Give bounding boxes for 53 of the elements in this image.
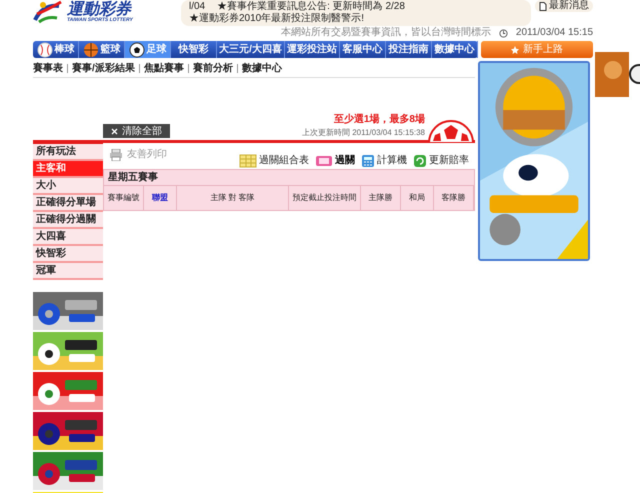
ticker-text: l/04 — [189, 1, 206, 13]
nav-tab[interactable]: 客服中心 — [340, 41, 386, 58]
nav-tab[interactable]: 投注指南 — [386, 41, 432, 58]
basketball-icon — [82, 42, 99, 58]
column-header: 主隊 對 客隊 — [177, 186, 289, 210]
subnav-link[interactable]: 焦點賽事 — [144, 61, 184, 76]
column-header: 聯盟 — [144, 186, 177, 210]
bet-type-item[interactable]: 冠軍 — [33, 263, 103, 280]
tool-link[interactable]: 過關 — [315, 153, 355, 168]
column-header: 主隊勝 — [361, 186, 401, 210]
nav-tab[interactable]: 大三元/大四喜 — [217, 41, 285, 58]
bet-type-item[interactable]: 主客和 — [33, 161, 103, 178]
refresh-icon — [413, 154, 427, 168]
table-icon — [239, 154, 257, 168]
column-header: 客隊勝 — [434, 186, 474, 210]
bet-type-item[interactable]: 大小 — [33, 178, 103, 195]
bet-type-item[interactable]: 大四喜 — [33, 229, 103, 246]
subnav-link[interactable]: 賽前分析 — [192, 61, 233, 76]
tool-link[interactable]: 計算機 — [361, 153, 407, 168]
bet-type-item[interactable]: 正確得分過關 — [33, 212, 103, 229]
nav-tab[interactable]: 快智彩 — [171, 41, 218, 58]
column-header: 預定截止投注時間 — [289, 186, 361, 210]
column-header: 賽事編號 — [104, 186, 144, 210]
timezone-notice: 本網站所有交易暨賽事資訊，皆以台灣時間標示 — [280, 27, 491, 39]
ticker-text: ★賽事作業重要訊息公告: 更新時間為 2/28 — [217, 1, 405, 12]
clock-icon — [498, 28, 508, 38]
section-header: 星期五賽事 — [103, 169, 475, 186]
column-header: 和局 — [401, 186, 434, 210]
last-update-time: 上次更新時間 2011/03/04 15:15:38 — [302, 127, 425, 139]
close-icon — [111, 128, 118, 134]
baseball-icon — [36, 42, 53, 58]
clear-all-button[interactable]: 清除全部 — [103, 124, 170, 138]
subnav-link[interactable]: 賽事/派彩結果 — [72, 61, 135, 76]
subnav-link[interactable]: 數據中心 — [242, 61, 282, 76]
nav-tab[interactable]: 棒球 — [33, 41, 80, 58]
bet-type-item[interactable]: 正確得分單場 — [33, 195, 103, 212]
runner-logo-icon — [33, 0, 63, 24]
calculator-icon — [361, 154, 375, 168]
current-datetime: 2011/03/04 15:15 — [516, 27, 593, 39]
bet-type-item[interactable]: 所有玩法 — [33, 144, 103, 161]
tool-link[interactable]: 過關組合表 — [239, 153, 309, 168]
printer-icon — [109, 148, 123, 160]
star-icon — [511, 46, 519, 54]
tool-link[interactable]: 更新賠率 — [413, 153, 469, 168]
logo-title: 運動彩券 — [67, 2, 133, 18]
nav-tab[interactable]: 籃球 — [79, 41, 126, 58]
selection-rule: 至少選1場，最多8場 — [334, 112, 425, 127]
bet-type-item[interactable]: 快智彩 — [33, 246, 103, 263]
soccer-ball-icon — [128, 42, 145, 58]
nav-tab[interactable]: 數據中心 — [432, 41, 478, 58]
subnav-link[interactable]: 賽事表 — [33, 61, 63, 76]
nav-tab[interactable]: 運彩投注站 — [284, 41, 340, 58]
ticker-text: ★運動彩券2010年最新投注限制醫警示! — [189, 13, 364, 25]
